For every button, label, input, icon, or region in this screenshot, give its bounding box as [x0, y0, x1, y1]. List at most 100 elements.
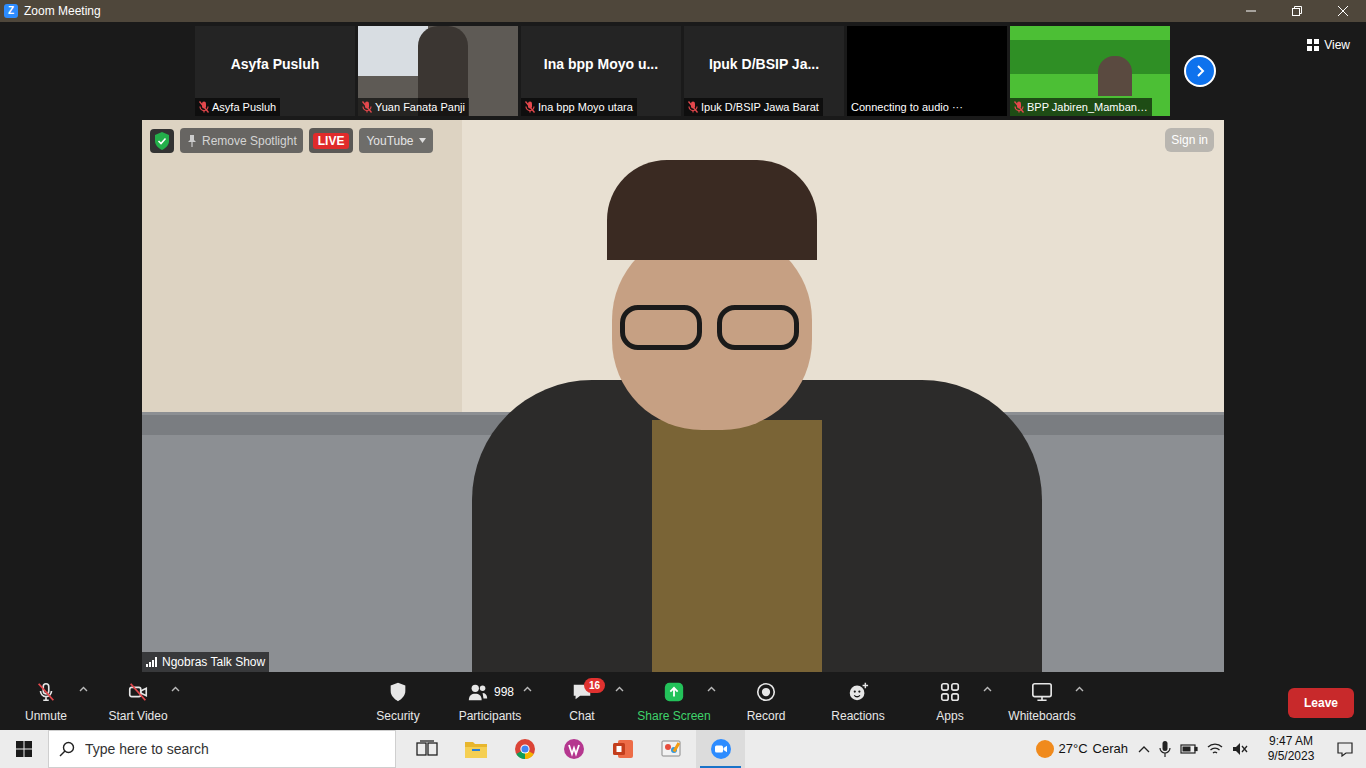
whiteboards-icon	[1030, 681, 1054, 703]
toolbar-label: Start Video	[108, 707, 167, 725]
toolbar-label: Whiteboards	[1008, 707, 1075, 725]
restore-icon[interactable]	[1274, 0, 1320, 22]
toolbar-label: Security	[376, 707, 419, 725]
toolbar-label: Apps	[936, 707, 963, 725]
file-explorer-icon	[464, 737, 488, 761]
search-input[interactable]	[85, 739, 385, 760]
tile-row: Asyfa PusluhAsyfa Pusluh Yuan Fanata Panj…	[195, 26, 1170, 116]
toolbar-button[interactable]: Unmute	[0, 675, 92, 730]
toolbar-button[interactable]: Security	[352, 675, 444, 730]
battery-icon[interactable]	[1180, 743, 1198, 755]
toolbar-icon-row	[754, 681, 778, 703]
glasses-left	[620, 305, 702, 350]
gallery-strip: Asyfa PusluhAsyfa Pusluh Yuan Fanata Panj…	[0, 26, 1366, 116]
toolbar-label: Unmute	[25, 707, 67, 725]
taskbar: 27°C Cerah 9:47 AM 9/5/2023	[0, 730, 1366, 768]
participant-caption: Ina bpp Moyo utara	[521, 98, 637, 116]
toolbar-icon-row	[126, 681, 150, 703]
sun-icon	[1036, 740, 1054, 758]
weather-widget[interactable]: 27°C Cerah	[1036, 739, 1128, 759]
windows-start-icon[interactable]	[0, 730, 48, 768]
taskbar-search[interactable]	[48, 730, 396, 768]
taskbar-app[interactable]	[402, 730, 451, 768]
participant-tile[interactable]: BPP Jabiren_Mamban…	[1010, 26, 1170, 116]
toolbar-button[interactable]: Share Screen	[628, 675, 720, 730]
view-button[interactable]: View	[1303, 34, 1354, 56]
toolbar-button[interactable]: Start Video	[92, 675, 184, 730]
stream-dropdown[interactable]: YouTube	[359, 128, 432, 153]
taskbar-app[interactable]	[549, 730, 598, 768]
caret-up-icon[interactable]	[707, 686, 716, 692]
mic-muted-icon	[688, 101, 698, 113]
sign-in-button[interactable]: Sign in	[1165, 128, 1214, 152]
caret-down-icon	[419, 138, 426, 143]
toolbar-icon-row	[938, 681, 962, 703]
caret-up-icon[interactable]	[615, 686, 624, 692]
participant-tile[interactable]: Ina bpp Moyo u...Ina bpp Moyo utara	[521, 26, 681, 116]
participant-caption-text: Ina bpp Moyo utara	[538, 99, 633, 116]
participant-caption-text: Connecting to audio ···	[851, 99, 963, 116]
mic-muted-icon	[199, 101, 209, 113]
task-view-icon	[415, 737, 439, 761]
next-page-icon[interactable]	[1184, 55, 1216, 87]
participant-caption: Connecting to audio ···	[847, 98, 967, 116]
participant-tile[interactable]: Ipuk D/BSIP Ja...Ipuk D/BSIP Jawa Barat	[684, 26, 844, 116]
minimize-icon[interactable]	[1228, 0, 1274, 22]
chevron-up-icon[interactable]	[1138, 745, 1150, 753]
remove-spotlight-button[interactable]: Remove Spotlight	[180, 128, 303, 153]
microphone-icon[interactable]	[1159, 741, 1171, 757]
taskbar-app[interactable]	[451, 730, 500, 768]
leave-button[interactable]: Leave	[1288, 688, 1354, 718]
weather-temp: 27°C	[1059, 739, 1088, 759]
caret-up-icon[interactable]	[171, 686, 180, 692]
toolbar-button[interactable]: Chat16	[536, 675, 628, 730]
person-silhouette	[1098, 56, 1132, 96]
participant-caption-text: Yuan Fanata Panji	[375, 99, 465, 116]
participant-tile[interactable]: Asyfa PusluhAsyfa Pusluh	[195, 26, 355, 116]
caret-up-icon[interactable]	[523, 686, 532, 692]
taskbar-app[interactable]	[647, 730, 696, 768]
security-icon	[386, 681, 410, 703]
participant-caption-text: Asyfa Pusluh	[212, 99, 276, 116]
caret-up-icon[interactable]	[79, 686, 88, 692]
notification-icon[interactable]	[1324, 730, 1366, 768]
spotlight-controls: Remove Spotlight LIVE YouTube	[150, 128, 433, 153]
toolbar-button[interactable]: Record	[720, 675, 812, 730]
toolbar-button[interactable]: Reactions	[812, 675, 904, 730]
participant-caption-text: BPP Jabiren_Mamban…	[1027, 99, 1148, 116]
pin-icon	[186, 135, 198, 147]
close-icon[interactable]	[1320, 0, 1366, 22]
taskbar-app[interactable]	[598, 730, 647, 768]
window-title: Zoom Meeting	[24, 2, 101, 20]
title-bar: Z Zoom Meeting	[0, 0, 1366, 22]
share-icon	[662, 681, 686, 703]
security-shield-icon	[150, 129, 174, 153]
participant-tile[interactable]: Yuan Fanata Panji	[358, 26, 518, 116]
taskbar-app[interactable]	[500, 730, 549, 768]
taskbar-apps	[402, 730, 745, 768]
toolbar-button[interactable]: 998 Participants	[444, 675, 536, 730]
toolbar-icon-row	[386, 681, 410, 703]
taskbar-app[interactable]	[696, 730, 745, 768]
chat-badge: 16	[584, 678, 605, 693]
wifi-icon[interactable]	[1207, 742, 1223, 756]
toolbar-button[interactable]: Whiteboards	[996, 675, 1088, 730]
zoom-icon	[709, 737, 733, 761]
live-indicator: LIVE	[309, 128, 354, 153]
toolbar-label: Participants	[459, 707, 522, 725]
mic-muted-icon	[525, 101, 535, 113]
wall-shade	[142, 120, 462, 420]
apps-icon	[938, 681, 962, 703]
caret-up-icon[interactable]	[983, 686, 992, 692]
participant-count: 998	[494, 683, 514, 701]
mic-muted-icon	[362, 101, 372, 113]
clock[interactable]: 9:47 AM 9/5/2023	[1258, 734, 1324, 764]
toolbar-icon-row	[846, 681, 870, 703]
volume-muted-icon[interactable]	[1232, 742, 1248, 756]
mic-muted-icon	[1014, 101, 1024, 113]
toolbar-button[interactable]: Apps	[904, 675, 996, 730]
participant-tile[interactable]: Connecting to audio ···	[847, 26, 1007, 116]
remove-spotlight-label: Remove Spotlight	[202, 132, 297, 150]
participant-caption: Yuan Fanata Panji	[358, 98, 469, 116]
caret-up-icon[interactable]	[1075, 686, 1084, 692]
